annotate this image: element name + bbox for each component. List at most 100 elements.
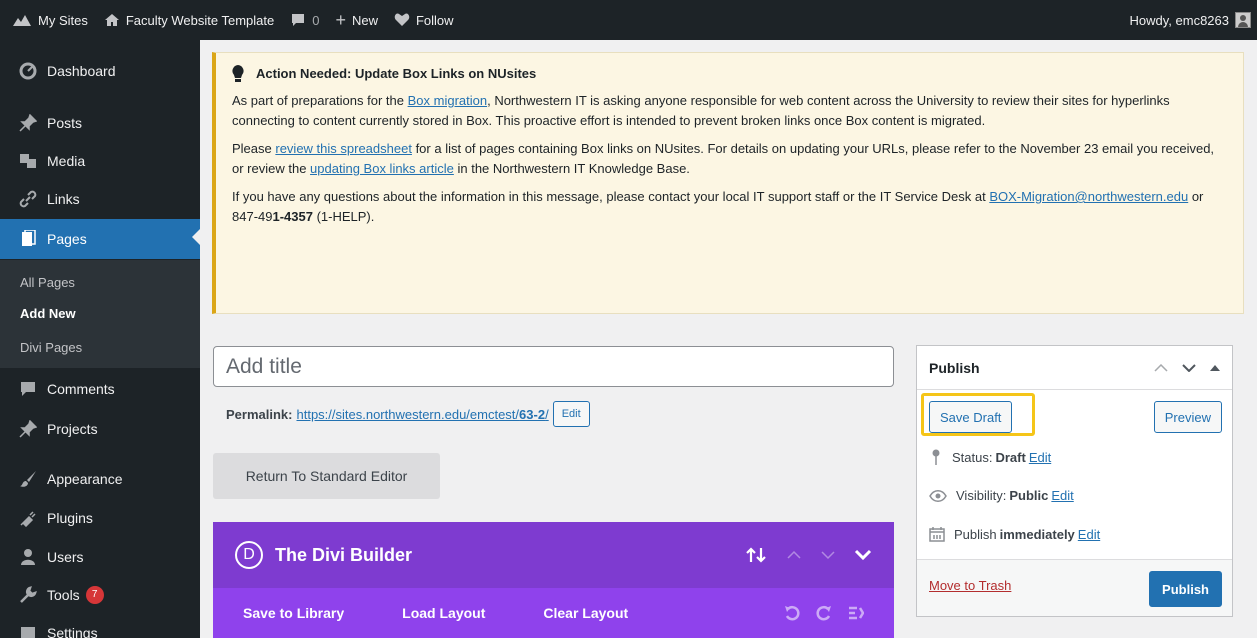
visibility-label: Visibility: — [956, 488, 1007, 503]
sidebar-item-dashboard[interactable]: Dashboard — [0, 53, 200, 89]
publish-box: Publish Save Draft Preview Status: Draft E… — [916, 345, 1233, 617]
permalink-label: Permalink: — [226, 406, 293, 422]
return-to-standard-editor-button[interactable]: Return To Standard Editor — [213, 453, 440, 499]
sidebar-item-tools[interactable]: Tools 7 — [0, 577, 200, 613]
box-migration-notice: Action Needed: Update Box Links on NUsit… — [212, 52, 1244, 314]
follow-menu[interactable]: Follow — [386, 0, 462, 40]
divi-logo: D — [235, 541, 263, 569]
follow-label: Follow — [415, 12, 454, 28]
lightbulb-icon — [232, 65, 244, 82]
divi-header-controls — [746, 547, 872, 563]
publish-title: Publish — [929, 359, 980, 376]
publish-date-value: immediately — [999, 526, 1075, 542]
divi-history-tools — [784, 605, 894, 621]
visibility-row: Visibility: Public Edit — [929, 488, 1074, 503]
sidebar-item-media[interactable]: Media — [0, 143, 200, 179]
sidebar-item-posts[interactable]: Posts — [0, 105, 200, 141]
pages-submenu: All Pages Add New Divi Pages — [0, 260, 200, 368]
load-layout-button[interactable]: Load Layout — [402, 605, 485, 621]
comments-menu[interactable]: 0 — [282, 0, 327, 40]
chevron-down-icon[interactable] — [1182, 363, 1196, 372]
collapse-chevron-icon[interactable] — [854, 549, 872, 561]
sidebar-item-comments[interactable]: Comments — [0, 371, 200, 407]
visibility-value: Public — [1009, 488, 1049, 503]
edit-visibility-link[interactable]: Edit — [1051, 488, 1073, 503]
box-migration-email-link[interactable]: BOX-Migration@northwestern.edu — [989, 189, 1188, 204]
preview-button[interactable]: Preview — [1153, 401, 1222, 433]
edit-publish-date-link[interactable]: Edit — [1078, 527, 1100, 542]
publish-date-row: Publish immediately Edit — [929, 526, 1100, 542]
permalink-link[interactable]: https://sites.northwestern.edu/emctest/6… — [296, 407, 548, 422]
user-icon — [18, 547, 38, 567]
submenu-divi-pages[interactable]: Divi Pages — [20, 340, 82, 355]
avatar — [1235, 12, 1251, 28]
chevron-down-icon[interactable] — [820, 550, 836, 560]
pin-icon — [932, 449, 940, 465]
edit-permalink-button[interactable]: Edit — [552, 401, 590, 427]
site-name-label: Faculty Website Template — [125, 12, 275, 28]
toggle-panel-icon[interactable] — [1210, 364, 1220, 371]
settings-icon — [18, 623, 38, 638]
admin-sidebar: Dashboard Posts Media Links Pages All Pa… — [0, 40, 200, 638]
sidebar-item-label: Tools — [47, 587, 80, 603]
account-menu[interactable]: Howdy, emc8263 — [1122, 0, 1257, 40]
redo-icon[interactable] — [816, 605, 832, 621]
edit-status-link[interactable]: Edit — [1029, 450, 1051, 465]
permalink-end: / — [545, 406, 549, 422]
notice-paragraph-2: Please review this spreadsheet for a lis… — [232, 139, 1227, 179]
sidebar-item-label: Posts — [47, 115, 83, 131]
notice-p2-text-c: in the Northwestern IT Knowledge Base. — [453, 161, 690, 176]
comment-icon — [292, 14, 305, 26]
sidebar-item-label: Comments — [47, 381, 115, 397]
update-count-badge: 7 — [85, 586, 104, 604]
notice-phone-bold: 1-4357 — [272, 209, 313, 224]
sidebar-item-pages[interactable]: Pages — [0, 219, 200, 259]
my-sites-menu[interactable]: My Sites — [0, 0, 96, 40]
box-links-article-link[interactable]: updating Box links article — [310, 161, 454, 176]
move-to-trash-link[interactable]: Move to Trash — [929, 578, 1011, 593]
site-name-menu[interactable]: Faculty Website Template — [96, 0, 282, 40]
save-to-library-button[interactable]: Save to Library — [243, 605, 344, 621]
permalink-row: Permalink: https://sites.northwestern.ed… — [226, 400, 590, 428]
home-icon — [104, 14, 119, 26]
publish-box-controls — [1154, 363, 1220, 372]
publish-button[interactable]: Publish — [1149, 571, 1222, 607]
publish-footer: Move to Trash Publish — [917, 559, 1232, 616]
title-input[interactable] — [213, 346, 894, 387]
sidebar-item-plugins[interactable]: Plugins — [0, 500, 200, 536]
sidebar-item-users[interactable]: Users — [0, 539, 200, 575]
notice-p2-text-a: Please — [232, 141, 276, 156]
brush-icon — [18, 469, 38, 489]
page-icon — [18, 229, 38, 249]
notice-p1-text-a: As part of preparations for the — [232, 93, 408, 108]
chevron-up-icon[interactable] — [1154, 363, 1168, 372]
comments-count: 0 — [312, 12, 320, 28]
spreadsheet-link[interactable]: review this spreadsheet — [275, 141, 412, 156]
clear-layout-button[interactable]: Clear Layout — [543, 605, 628, 621]
undo-icon[interactable] — [784, 605, 800, 621]
sort-icon[interactable] — [746, 547, 768, 563]
sidebar-item-projects[interactable]: Projects — [0, 411, 200, 447]
sidebar-item-links[interactable]: Links — [0, 181, 200, 217]
chevron-up-icon[interactable] — [786, 550, 802, 560]
new-content-menu[interactable]: + New — [327, 0, 386, 40]
submenu-all-pages[interactable]: All Pages — [20, 275, 75, 290]
sidebar-item-settings[interactable]: Settings — [0, 615, 200, 638]
submenu-add-new[interactable]: Add New — [20, 306, 76, 321]
divi-header: D The Divi Builder — [213, 522, 894, 588]
history-icon[interactable] — [848, 605, 864, 621]
sidebar-item-appearance[interactable]: Appearance — [0, 461, 200, 497]
save-draft-button[interactable]: Save Draft — [929, 401, 1013, 433]
notice-paragraph-3: If you have any questions about the info… — [232, 187, 1227, 227]
status-label: Status: — [952, 449, 993, 465]
sidebar-item-label: Projects — [47, 421, 98, 437]
notice-p3-text-c: (1-HELP). — [312, 209, 375, 224]
my-sites-label: My Sites — [38, 12, 88, 28]
sidebar-item-label: Dashboard — [47, 63, 116, 79]
plus-icon: + — [335, 9, 346, 30]
divi-title: The Divi Builder — [275, 544, 413, 565]
box-migration-link[interactable]: Box migration — [408, 93, 487, 108]
divi-toolbar: Save to Library Load Layout Clear Layout — [213, 588, 894, 638]
calendar-icon — [929, 527, 945, 542]
comment-icon — [18, 379, 38, 399]
